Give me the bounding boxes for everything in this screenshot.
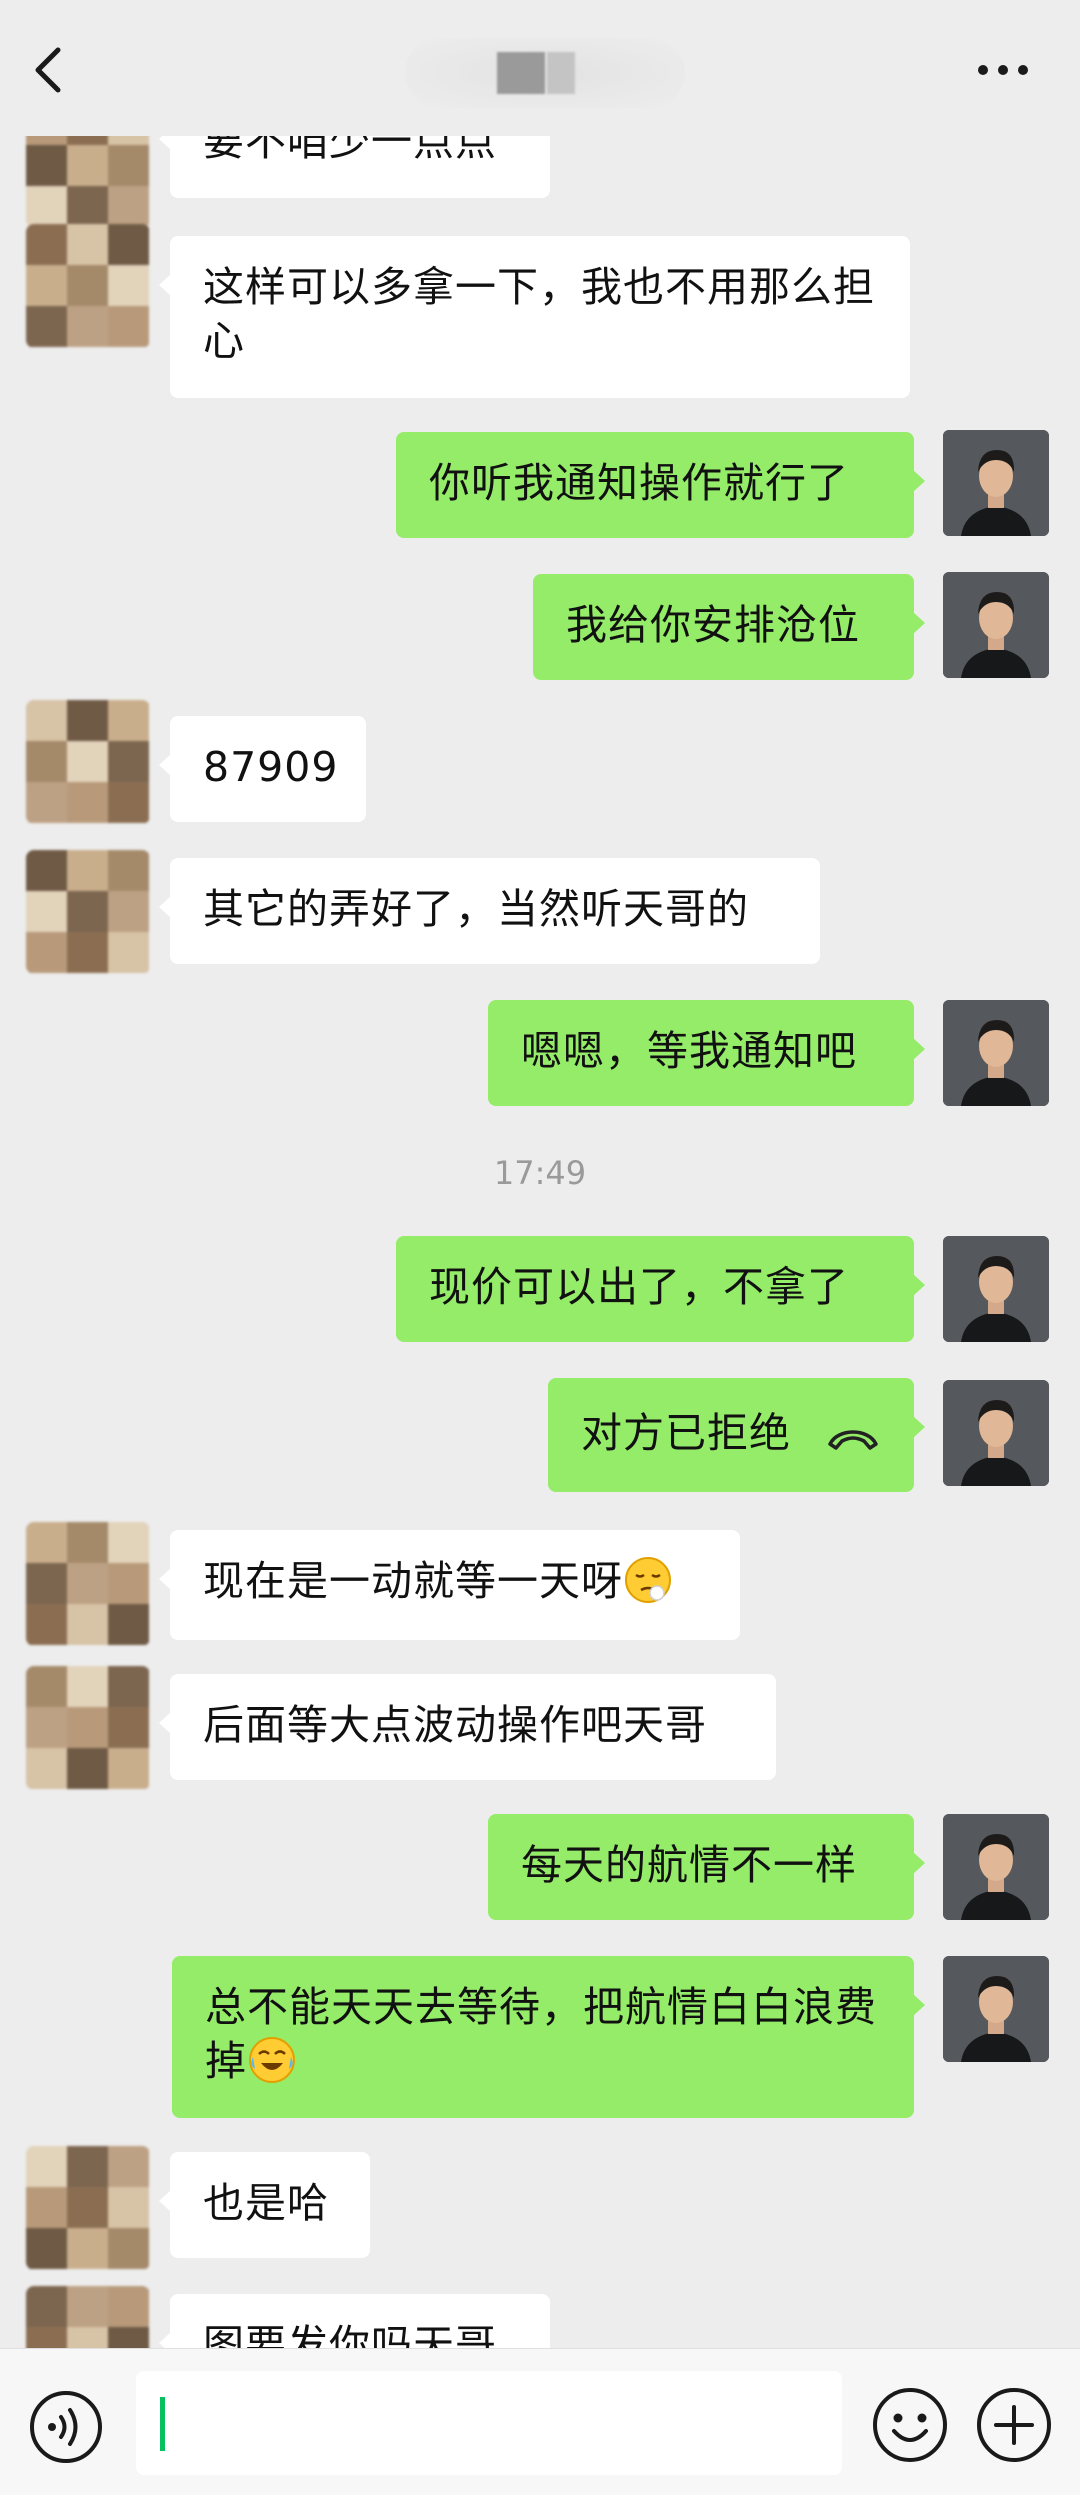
contact-avatar[interactable] bbox=[26, 224, 150, 348]
message-bubble[interactable]: 也是哈 bbox=[159, 2152, 370, 2258]
contact-avatar[interactable] bbox=[26, 2286, 150, 2348]
back-button[interactable] bbox=[22, 34, 82, 104]
hangup-phone-icon bbox=[828, 1430, 878, 1450]
message-input[interactable] bbox=[136, 2371, 842, 2475]
my-avatar[interactable] bbox=[943, 1380, 1049, 1486]
voice-icon bbox=[30, 2391, 102, 2463]
input-toolbar bbox=[0, 2348, 1080, 2495]
contact-avatar[interactable] bbox=[26, 850, 150, 974]
message-bubble[interactable]: 现在是一动就等一天呀 bbox=[159, 1530, 740, 1640]
message-bubble[interactable]: 每天的航情不一样 bbox=[488, 1814, 925, 1920]
my-avatar[interactable] bbox=[943, 1814, 1049, 1920]
my-avatar[interactable] bbox=[943, 1956, 1049, 2062]
message-bubble[interactable]: 后面等大点波动操作吧天哥 bbox=[159, 1674, 776, 1780]
contact-name-redacted bbox=[405, 38, 685, 108]
more-button[interactable] bbox=[970, 40, 1036, 100]
message-bubble[interactable]: 现价可以出了，不拿了 bbox=[396, 1236, 925, 1342]
message-list[interactable]: 要不咱少一点点 这样可以多拿一下，我也不用那么担心 你听我通知操作就行了 我给你… bbox=[0, 136, 1080, 2348]
message-bubble[interactable]: 87909 bbox=[159, 716, 366, 822]
my-avatar[interactable] bbox=[943, 1000, 1049, 1106]
message-text: 对方已拒绝 bbox=[581, 1409, 791, 1457]
timestamp: 17:49 bbox=[493, 1154, 587, 1192]
emoji-button[interactable] bbox=[870, 2385, 950, 2465]
message-bubble[interactable]: 总不能天天去等待，把航情白白浪费掉 bbox=[172, 1956, 925, 2118]
call-declined-bubble[interactable]: 对方已拒绝 bbox=[548, 1378, 925, 1492]
message-bubble[interactable]: 嗯嗯，等我通知吧 bbox=[488, 1000, 925, 1106]
message-bubble[interactable]: 要不咱少一点点 bbox=[159, 136, 550, 198]
message-bubble[interactable]: 我给你安排沧位 bbox=[533, 574, 925, 680]
message-text: 现在是一动就等一天呀 bbox=[203, 1557, 623, 1605]
my-avatar[interactable] bbox=[943, 572, 1049, 678]
message-bubble[interactable]: 其它的弄好了，当然听天哥的 bbox=[159, 858, 820, 964]
contact-avatar[interactable] bbox=[26, 2146, 150, 2270]
message-bubble[interactable]: 图要发你吗天哥 bbox=[159, 2294, 550, 2348]
my-avatar[interactable] bbox=[943, 1236, 1049, 1342]
contact-avatar[interactable] bbox=[26, 1522, 150, 1646]
text-cursor bbox=[160, 2397, 165, 2451]
emoji-icon bbox=[873, 2388, 947, 2462]
more-dots-icon bbox=[978, 65, 1028, 75]
message-bubble[interactable]: 你听我通知操作就行了 bbox=[396, 432, 925, 538]
message-text: 总不能天天去等待，把航情白白浪费掉 bbox=[205, 1983, 877, 2085]
plus-icon bbox=[977, 2388, 1051, 2462]
chevron-left-icon bbox=[35, 47, 61, 93]
contact-avatar[interactable] bbox=[26, 1666, 150, 1790]
my-avatar[interactable] bbox=[943, 430, 1049, 536]
chat-header bbox=[0, 0, 1080, 136]
plus-button[interactable] bbox=[974, 2385, 1054, 2465]
voice-button[interactable] bbox=[28, 2389, 104, 2465]
contact-avatar[interactable] bbox=[26, 700, 150, 824]
crying-laughing-emoji bbox=[249, 2037, 295, 2083]
contact-avatar[interactable] bbox=[26, 136, 150, 228]
message-bubble[interactable]: 这样可以多拿一下，我也不用那么担心 bbox=[159, 236, 910, 398]
pensive-face-emoji bbox=[625, 1557, 671, 1603]
